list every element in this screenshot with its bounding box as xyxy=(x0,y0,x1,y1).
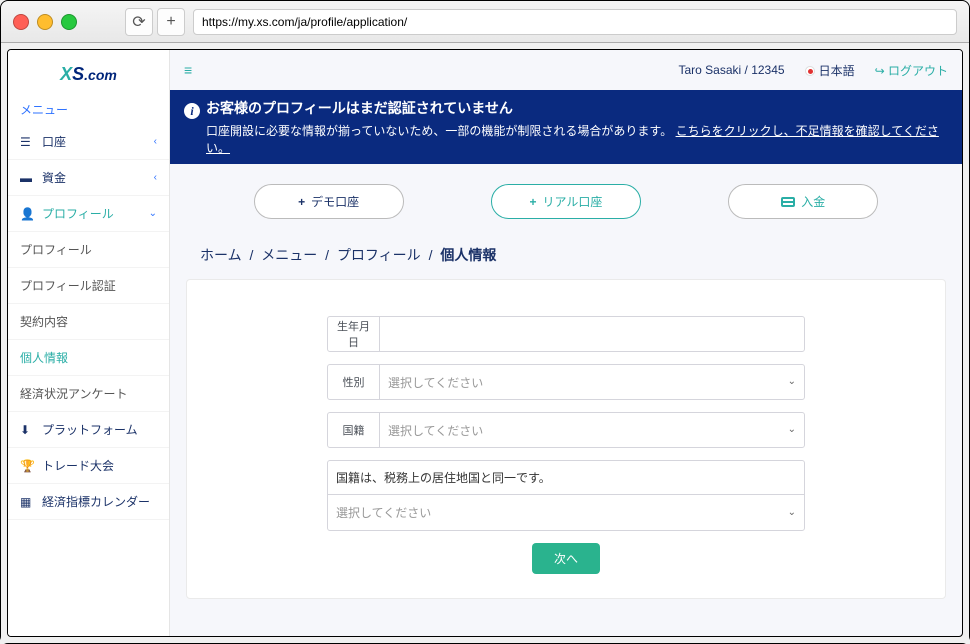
sidebar-sub-personal[interactable]: 個人情報 xyxy=(8,340,169,376)
card-icon xyxy=(781,197,795,207)
sidebar-sub-profile[interactable]: プロフィール xyxy=(8,232,169,268)
plus-icon: + xyxy=(530,195,537,209)
sidebar-item-label: プラットフォーム xyxy=(42,421,138,438)
close-window-icon[interactable] xyxy=(13,14,29,30)
breadcrumb: ホーム / メニュー / プロフィール / 個人情報 xyxy=(170,245,962,279)
sidebar-item-label: 口座 xyxy=(42,133,66,150)
sidebar-item-label: トレード大会 xyxy=(42,457,114,474)
app: XS.com メニュー ☰ 口座 ‹ ▬ 資金 ‹ 👤 プロフィール ⌄ xyxy=(7,49,963,637)
sidebar: XS.com メニュー ☰ 口座 ‹ ▬ 資金 ‹ 👤 プロフィール ⌄ xyxy=(8,50,170,636)
info-icon: i xyxy=(184,103,200,119)
breadcrumb-sep: / xyxy=(429,247,433,263)
next-button[interactable]: 次へ xyxy=(532,543,600,574)
chevron-left-icon: ‹ xyxy=(154,136,157,147)
breadcrumb-home[interactable]: ホーム xyxy=(200,247,242,263)
browser-window: ⟳ + https://my.xs.com/ja/profile/applica… xyxy=(0,0,970,644)
language-label: 日本語 xyxy=(819,64,855,78)
sidebar-item-calendar[interactable]: ▦ 経済指標カレンダー xyxy=(8,484,169,520)
gender-row: 性別 選択してください ⌄ xyxy=(327,364,805,400)
address-bar[interactable]: https://my.xs.com/ja/profile/application… xyxy=(193,9,957,35)
tax-residence-select[interactable]: 選択してください ⌄ xyxy=(328,495,804,530)
banner-desc-text: 口座開設に必要な情報が揃っていないため、一部の機能が制限される場合があります。 xyxy=(206,124,672,138)
gender-label: 性別 xyxy=(328,365,380,399)
user-label[interactable]: Taro Sasaki / 12345 xyxy=(679,63,785,77)
chevron-down-icon: ⌄ xyxy=(788,506,796,517)
banner-title-text: お客様のプロフィールはまだ認証されていません xyxy=(206,100,513,116)
nationality-row: 国籍 選択してください ⌄ xyxy=(327,412,805,448)
dob-row: 生年月日 xyxy=(327,316,805,352)
sidebar-sub-economic-survey[interactable]: 経済状況アンケート xyxy=(8,376,169,412)
main-content: ≡ Taro Sasaki / 12345 日本語 ログアウト i お客様のプロフ… xyxy=(170,50,962,636)
menu-title: メニュー xyxy=(8,95,169,124)
form-panel: 生年月日 性別 選択してください ⌄ 国籍 選択してください ⌄ 国籍は、 xyxy=(186,279,946,599)
nationality-select[interactable]: 選択してください xyxy=(380,413,804,447)
deposit-button[interactable]: 入金 xyxy=(728,184,878,219)
sidebar-item-funds[interactable]: ▬ 資金 ‹ xyxy=(8,160,169,196)
chevron-down-icon: ⌄ xyxy=(149,208,157,219)
breadcrumb-menu[interactable]: メニュー xyxy=(261,247,317,263)
minimize-window-icon[interactable] xyxy=(37,14,53,30)
demo-account-button[interactable]: + デモ口座 xyxy=(254,184,404,219)
sidebar-item-label: 経済指標カレンダー xyxy=(42,493,150,510)
breadcrumb-profile[interactable]: プロフィール xyxy=(337,247,421,263)
logo-dotcom: .com xyxy=(84,67,117,83)
breadcrumb-current: 個人情報 xyxy=(440,247,496,263)
briefcase-icon: ▬ xyxy=(20,171,34,185)
flag-jp-icon xyxy=(805,66,815,76)
language-switch[interactable]: 日本語 xyxy=(805,62,855,79)
select-placeholder: 選択してください xyxy=(336,506,431,520)
sidebar-item-label: プロフィール xyxy=(42,205,114,222)
action-buttons: + デモ口座 + リアル口座 入金 xyxy=(170,164,962,245)
logo-s: S xyxy=(72,64,84,84)
verification-banner: i お客様のプロフィールはまだ認証されていません 口座開設に必要な情報が揃っていな… xyxy=(170,90,962,164)
maximize-window-icon[interactable] xyxy=(61,14,77,30)
nationality-label: 国籍 xyxy=(328,413,380,447)
tax-residence-note: 国籍は、税務上の居住地国と同一です。 xyxy=(328,461,804,495)
sidebar-sub-contract[interactable]: 契約内容 xyxy=(8,304,169,340)
topbar: ≡ Taro Sasaki / 12345 日本語 ログアウト xyxy=(170,50,962,90)
logout-link[interactable]: ログアウト xyxy=(875,62,948,79)
user-icon: 👤 xyxy=(20,207,34,221)
browser-toolbar: ⟳ + https://my.xs.com/ja/profile/applica… xyxy=(1,1,969,43)
sidebar-item-account[interactable]: ☰ 口座 ‹ xyxy=(8,124,169,160)
real-account-button[interactable]: + リアル口座 xyxy=(491,184,641,219)
banner-desc: 口座開設に必要な情報が揃っていないため、一部の機能が制限される場合があります。 … xyxy=(184,122,948,156)
chevron-left-icon: ‹ xyxy=(154,172,157,183)
add-tab-button[interactable]: + xyxy=(157,8,185,36)
tax-residence-block: 国籍は、税務上の居住地国と同一です。 選択してください ⌄ xyxy=(327,460,805,531)
dob-label: 生年月日 xyxy=(328,317,380,351)
calendar-icon: ▦ xyxy=(20,495,34,509)
refresh-button[interactable]: ⟳ xyxy=(125,8,153,36)
banner-title: i お客様のプロフィールはまだ認証されていません xyxy=(184,98,948,119)
window-controls xyxy=(13,14,77,30)
demo-label: デモ口座 xyxy=(311,193,359,210)
sidebar-sub-verification[interactable]: プロフィール認証 xyxy=(8,268,169,304)
logo[interactable]: XS.com xyxy=(8,50,169,95)
breadcrumb-sep: / xyxy=(325,247,329,263)
logo-x: X xyxy=(60,64,72,84)
download-icon: ⬇ xyxy=(20,423,34,437)
real-label: リアル口座 xyxy=(543,193,603,210)
sidebar-item-platform[interactable]: ⬇ プラットフォーム xyxy=(8,412,169,448)
dob-input[interactable] xyxy=(380,317,804,351)
trophy-icon: 🏆 xyxy=(20,459,34,473)
sidebar-item-profile[interactable]: 👤 プロフィール ⌄ xyxy=(8,196,169,232)
hamburger-icon[interactable]: ≡ xyxy=(184,62,191,78)
deposit-label: 入金 xyxy=(801,193,825,210)
sidebar-item-competition[interactable]: 🏆 トレード大会 xyxy=(8,448,169,484)
list-icon: ☰ xyxy=(20,135,34,149)
breadcrumb-sep: / xyxy=(249,247,253,263)
plus-icon: + xyxy=(298,195,305,209)
sidebar-item-label: 資金 xyxy=(42,169,66,186)
gender-select[interactable]: 選択してください xyxy=(380,365,804,399)
